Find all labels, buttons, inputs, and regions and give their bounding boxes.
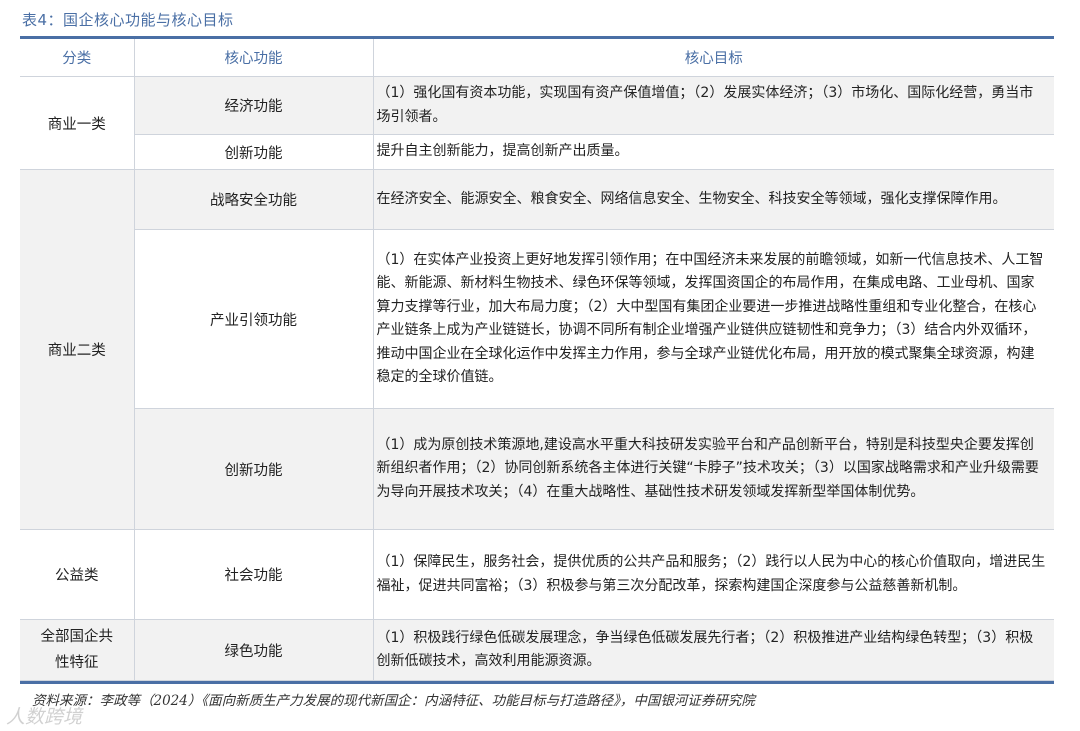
source-note: 资料来源：李政等（2024）《面向新质生产力发展的现代新国企：内涵特征、功能目标… <box>32 693 755 709</box>
category-cell: 商业二类 <box>20 169 135 530</box>
table-row: 商业二类 战略安全功能 在经济安全、能源安全、粮食安全、网络信息安全、生物安全、… <box>20 169 1054 530</box>
goal-cell: 提升自主创新能力，提高创新产出质量。 <box>373 134 1054 170</box>
table-row: 商业一类 经济功能 （1）强化国有资本功能，实现国有资产保值增值；（2）发展实体… <box>20 76 1054 170</box>
page: 表4：国企核心功能与核心目标 分类 核心功能 核心目标 商业一类 经济功能 （1… <box>0 0 1080 731</box>
table-row: 全部国企共性特征 绿色功能 （1）积极践行绿色低碳发展理念，争当绿色低碳发展先行… <box>20 619 1054 681</box>
category-cell: 全部国企共性特征 <box>20 619 135 681</box>
category-label: 全部国企共性特征 <box>40 629 114 671</box>
function-cell: 创新功能 <box>134 408 374 530</box>
goal-cell: （1）保障民生，服务社会，提供优质的公共产品和服务；（2）践行以人民为中心的核心… <box>373 529 1054 620</box>
watermark: 人数跨境 <box>6 706 83 728</box>
category-cell: 公益类 <box>20 529 135 620</box>
header-function: 核心功能 <box>134 39 374 77</box>
functions-table: 分类 核心功能 核心目标 商业一类 经济功能 （1）强化国有资本功能，实现国有资… <box>20 39 1054 681</box>
table-row: 创新功能 提升自主创新能力，提高创新产出质量。 <box>20 134 1054 170</box>
function-cell: 经济功能 <box>134 76 374 135</box>
function-cell: 社会功能 <box>134 529 374 620</box>
function-cell: 创新功能 <box>134 134 374 170</box>
function-cell: 战略安全功能 <box>134 169 374 230</box>
header-row: 分类 核心功能 核心目标 <box>20 39 1054 77</box>
goal-cell: （1）在实体产业投资上更好地发挥引领作用；在中国经济未来发展的前瞻领域，如新一代… <box>373 229 1054 409</box>
goal-cell: （1）积极践行绿色低碳发展理念，争当绿色低碳发展先行者；（2）积极推进产业结构绿… <box>373 619 1054 681</box>
function-cell: 绿色功能 <box>134 619 374 681</box>
table-row: 创新功能 （1）成为原创技术策源地,建设高水平重大科技研发实验平台和产品创新平台… <box>20 408 1054 530</box>
goal-cell: （1）强化国有资本功能，实现国有资产保值增值；（2）发展实体经济；（3）市场化、… <box>373 76 1054 135</box>
table-row: 公益类 社会功能 （1）保障民生，服务社会，提供优质的公共产品和服务；（2）践行… <box>20 529 1054 620</box>
header-goal: 核心目标 <box>373 39 1054 77</box>
table-caption: 表4：国企核心功能与核心目标 <box>22 11 234 29</box>
header-category: 分类 <box>20 39 135 77</box>
goal-cell: 在经济安全、能源安全、粮食安全、网络信息安全、生物安全、科技安全等领域，强化支撑… <box>373 169 1054 230</box>
bottom-rule <box>20 681 1054 684</box>
function-cell: 产业引领功能 <box>134 229 374 409</box>
goal-cell: （1）成为原创技术策源地,建设高水平重大科技研发实验平台和产品创新平台，特别是科… <box>373 408 1054 530</box>
table-row: 产业引领功能 （1）在实体产业投资上更好地发挥引领作用；在中国经济未来发展的前瞻… <box>20 229 1054 409</box>
category-cell: 商业一类 <box>20 76 135 170</box>
